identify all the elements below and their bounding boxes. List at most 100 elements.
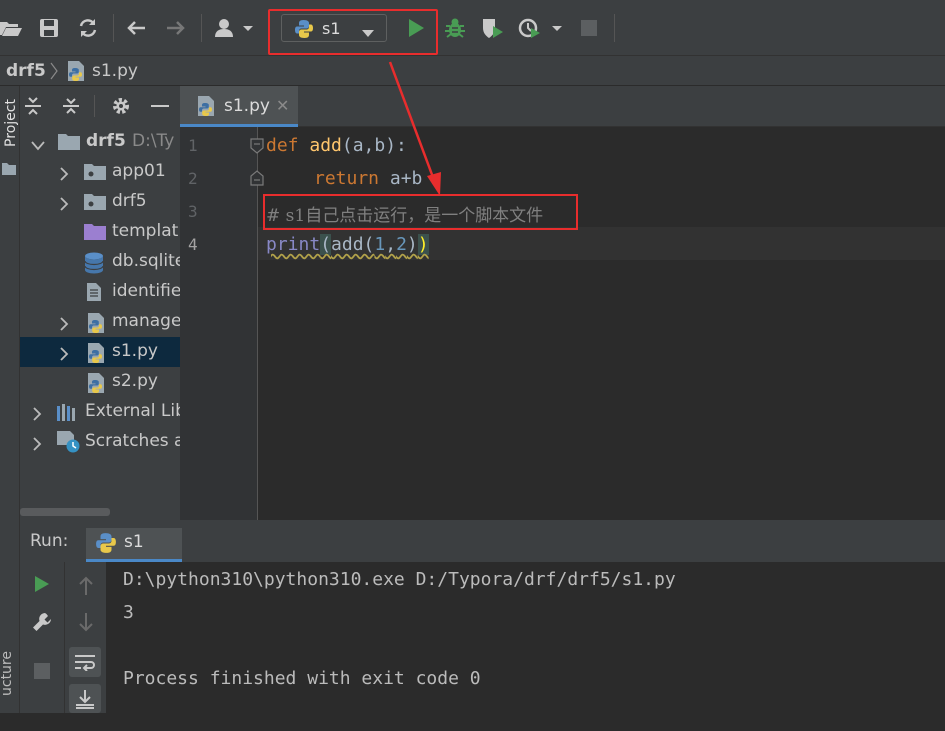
- coverage-icon[interactable]: [481, 14, 505, 42]
- breadcrumb-file[interactable]: s1.py: [92, 61, 138, 81]
- chevron-right-icon: [60, 346, 69, 366]
- folder-icon: [84, 192, 106, 215]
- gear-icon[interactable]: [111, 96, 131, 120]
- fold-start-icon[interactable]: [250, 138, 264, 158]
- tree-item-label: s2.py: [112, 371, 158, 391]
- tree-item-identifier[interactable]: identifie: [20, 277, 180, 307]
- horizontal-scrollbar[interactable]: [20, 508, 110, 516]
- minimize-icon[interactable]: [151, 105, 169, 107]
- keyword-def: def: [266, 135, 310, 156]
- function-name: add: [309, 135, 342, 156]
- structure-stripe-button[interactable]: ucture: [0, 651, 15, 731]
- file-icon: [86, 282, 102, 307]
- paren-open: (: [320, 234, 332, 255]
- tree-item-app01[interactable]: app01: [20, 157, 180, 187]
- tree-item-templates[interactable]: templat: [20, 217, 180, 247]
- wrench-icon[interactable]: [30, 610, 54, 634]
- run-tab-s1[interactable]: s1: [86, 528, 182, 562]
- python-file-icon: [86, 342, 108, 369]
- folder-icon: [84, 162, 106, 185]
- sync-icon[interactable]: [77, 14, 99, 42]
- comma: ,: [385, 234, 397, 255]
- project-panel-toolbar: [20, 86, 180, 126]
- run-tab-label: s1: [124, 532, 144, 552]
- number-arg: 1: [374, 234, 386, 255]
- breadcrumb-project[interactable]: drf5: [6, 61, 46, 81]
- tree-item-label: db.sqlite: [112, 251, 180, 271]
- chevron-right-icon: [50, 62, 58, 84]
- tree-item-label: Scratches a: [85, 431, 180, 451]
- run-panel-title: Run:: [30, 531, 69, 551]
- paren-close-matched: ): [417, 234, 429, 255]
- arrow-up-icon[interactable]: [75, 574, 97, 596]
- editor-tab-s1[interactable]: s1.py ✕: [180, 86, 298, 127]
- number-arg: 2: [396, 234, 407, 255]
- builtin-print: print: [266, 234, 321, 255]
- debug-icon[interactable]: [443, 14, 467, 42]
- arrow-down-icon[interactable]: [75, 612, 97, 634]
- toolbar-separator: [614, 14, 615, 42]
- chevron-right-icon: [60, 316, 69, 336]
- fold-end-icon[interactable]: [250, 170, 264, 190]
- line-number: 3: [188, 202, 198, 221]
- tree-item-label: External Lib: [85, 401, 180, 421]
- tree-item-label: identifie: [112, 281, 180, 301]
- tool-window-stripe: [0, 86, 20, 713]
- project-stripe-button[interactable]: Project: [3, 93, 19, 153]
- tree-item-scratches[interactable]: Scratches a: [20, 427, 180, 457]
- profile-icon[interactable]: [518, 14, 564, 42]
- folder-icon: [58, 132, 80, 155]
- tree-root-name: drf5: [86, 131, 126, 151]
- call-add: add(: [331, 234, 375, 255]
- breadcrumb: drf5 s1.py: [0, 55, 945, 86]
- run-actions-toolbar: [20, 562, 64, 713]
- toolbar-separator: [94, 95, 95, 117]
- open-icon[interactable]: [0, 14, 22, 42]
- save-icon[interactable]: [38, 14, 60, 42]
- tree-item-label: drf5: [112, 191, 147, 211]
- chevron-right-icon: [33, 406, 42, 426]
- stop-icon[interactable]: [32, 660, 52, 682]
- tree-item-external-libraries[interactable]: External Lib: [20, 397, 180, 427]
- console-output-line: Process finished with exit code 0: [123, 668, 481, 689]
- paren-close: ): [406, 234, 418, 255]
- user-icon[interactable]: [213, 14, 255, 42]
- tree-item-s2[interactable]: s2.py: [20, 367, 180, 397]
- tree-root-path: D:\Ty: [132, 131, 175, 151]
- project-panel: drf5 D:\Ty app01 drf5 templat db.sqlite …: [20, 86, 180, 520]
- chevron-right-icon: [33, 436, 42, 456]
- line-number: 1: [188, 136, 198, 155]
- tree-item-label: templat: [112, 221, 179, 241]
- console-output-line: 3: [123, 602, 134, 623]
- tree-item-drf5[interactable]: drf5: [20, 187, 180, 217]
- python-file-icon: [86, 312, 108, 339]
- tree-item-label: s1.py: [112, 341, 158, 361]
- python-file-icon: [66, 60, 88, 86]
- stop-icon[interactable]: [580, 14, 598, 42]
- collapse-all-icon[interactable]: [62, 96, 80, 120]
- toolbar-separator: [113, 14, 114, 42]
- tree-item-manage[interactable]: manage: [20, 307, 180, 337]
- annotation-box-comment: [263, 194, 578, 230]
- rerun-icon[interactable]: [32, 573, 52, 595]
- scratches-icon: [57, 431, 81, 458]
- main-toolbar: s1: [0, 0, 945, 55]
- editor-tab-label: s1.py: [224, 96, 270, 116]
- tree-root[interactable]: drf5 D:\Ty: [20, 127, 180, 157]
- expand-all-icon[interactable]: [24, 96, 42, 120]
- scroll-to-end-icon[interactable]: [69, 684, 101, 713]
- forward-icon[interactable]: [165, 14, 187, 42]
- console-output-line: D:\python310\python310.exe D:/Typora/drf…: [123, 569, 676, 590]
- tree-item-s1[interactable]: s1.py: [20, 337, 180, 367]
- line-number: 4: [188, 235, 198, 254]
- code-line-1: def add(a,b):: [266, 135, 407, 156]
- code-line-4: print(add(1,2)): [266, 234, 429, 255]
- code-line-2: return a+b: [314, 168, 422, 189]
- tree-item-db-sqlite[interactable]: db.sqlite: [20, 247, 180, 277]
- close-icon[interactable]: ✕: [276, 96, 289, 115]
- annotation-box-run-config: [268, 9, 438, 55]
- folder-icon: [2, 160, 16, 179]
- soft-wrap-icon[interactable]: [69, 647, 101, 677]
- python-file-icon: [196, 95, 218, 121]
- back-icon[interactable]: [125, 14, 147, 42]
